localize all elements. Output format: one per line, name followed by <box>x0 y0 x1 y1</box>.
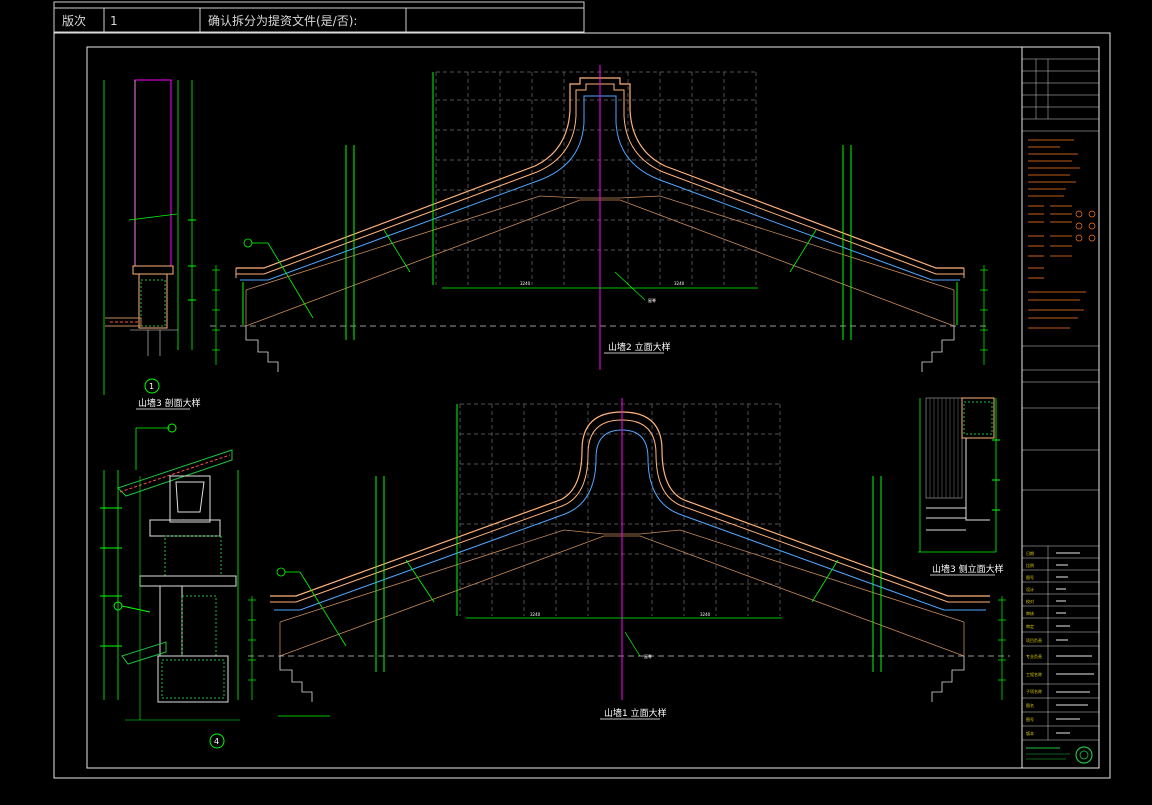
elevation-bottom-roof <box>270 411 990 657</box>
tb-label-project-name: 工程名称 <box>1026 671 1042 677</box>
title-block-symbols <box>1075 210 1096 242</box>
svg-text:3240: 3240 <box>674 281 685 286</box>
side-elevation-caption: 山墙3 侧立面大样 <box>932 563 1004 575</box>
company-seal-logo <box>1026 746 1093 764</box>
tb-label-design: 设计 <box>1026 586 1034 592</box>
elevation-bottom-grid <box>459 403 781 616</box>
section-4-number: 4 <box>214 737 219 746</box>
cad-drawing-canvas: 版次 1 确认拆分为提资文件(是/否): 3240 3240 屋脊 山墙2 立面… <box>53 1 1111 779</box>
inner-frame <box>86 46 1100 769</box>
header-bar: 版次 1 确认拆分为提资文件(是/否): <box>53 1 585 33</box>
tb-label-version: 版本 <box>1026 730 1034 736</box>
version-label: 版次 <box>62 14 86 28</box>
tb-label-sheet-no: 图号 <box>1026 716 1034 722</box>
tb-label-approve: 审定 <box>1026 623 1034 629</box>
tb-label-review: 审核 <box>1026 610 1034 616</box>
svg-text:3240: 3240 <box>520 281 531 286</box>
tb-label-drawing-no: 图号 <box>1026 574 1034 580</box>
svg-text:3240: 3240 <box>530 612 541 617</box>
tb-label-check: 校对 <box>1026 598 1034 604</box>
title-block: 日期 比例 图号 设计 校对 审核 审定 项目负责 专业负责 工程名称 子项名称… <box>1021 46 1100 769</box>
elevation-bottom-pillars <box>375 404 882 672</box>
svg-text:3240: 3240 <box>700 612 711 617</box>
section-1-caption: 山墙3 剖面大样 <box>138 397 201 409</box>
tb-label-date: 日期 <box>1026 550 1034 556</box>
tb-label-project-lead: 项目负责 <box>1026 637 1042 643</box>
svg-text:屋脊: 屋脊 <box>644 653 652 659</box>
tb-label-scale: 比例 <box>1026 562 1034 568</box>
section-1-detail <box>103 79 196 395</box>
confirm-split-text: 确认拆分为提资文件(是/否): <box>208 13 357 28</box>
side-elevation-detail <box>918 397 1000 553</box>
title-block-notes <box>1028 139 1086 329</box>
outer-frame <box>53 32 1111 779</box>
section-4-detail <box>100 423 240 721</box>
svg-text:屋脊: 屋脊 <box>648 297 656 303</box>
elevation-1-caption: 山墙1 立面大样 <box>604 707 667 719</box>
section-1-number: 1 <box>149 382 154 391</box>
elevation-2-caption: 山墙2 立面大样 <box>608 341 671 353</box>
version-value: 1 <box>110 14 118 28</box>
tb-label-title: 图名 <box>1026 702 1034 708</box>
elevation-top-grid <box>435 71 757 285</box>
tb-label-sub-item: 子项名称 <box>1026 688 1042 694</box>
tb-label-discipline-lead: 专业负责 <box>1026 653 1042 659</box>
